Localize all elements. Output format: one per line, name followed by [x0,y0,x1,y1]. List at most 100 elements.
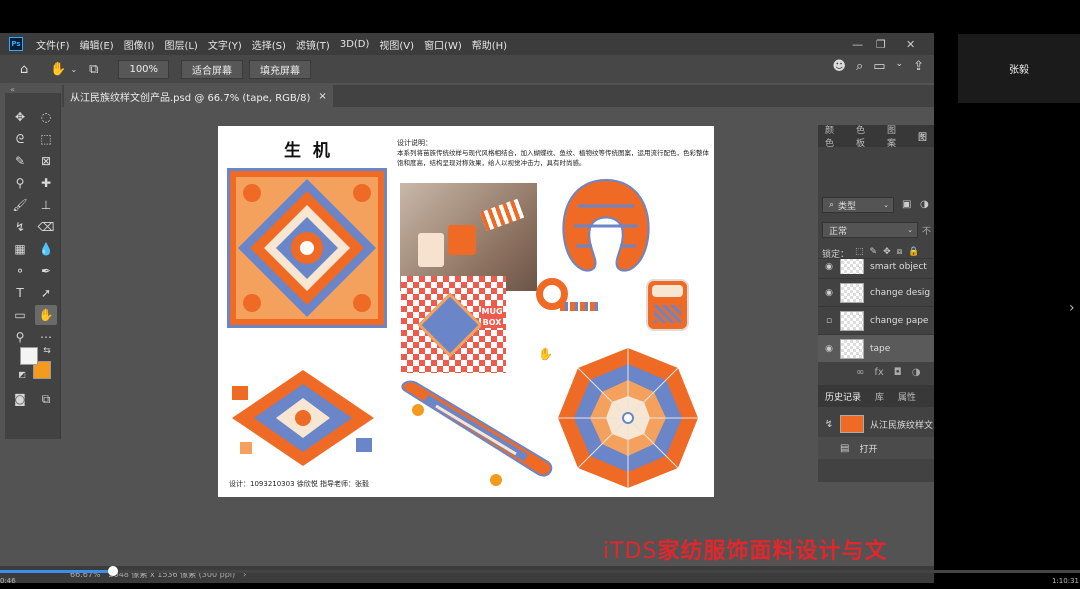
user-icon[interactable]: ☻ [832,59,846,74]
eraser-tool-icon[interactable]: ⌫ [35,217,57,237]
hand-cursor-icon: ✋ [538,347,553,361]
layer-actions-bar: ∞ fx ◘ ◑ [856,367,920,378]
swap-colors-icon[interactable]: ⇆ [41,345,53,357]
menu-select[interactable]: 选择(S) [247,37,291,52]
default-colors-icon[interactable]: ◩ [17,369,27,379]
chevron-right-icon[interactable]: › [1069,300,1075,316]
eyedropper-tool-icon[interactable]: ⚲ [9,173,31,193]
zoom-100-button[interactable]: 100% [118,59,170,79]
filter-pixel-icon[interactable]: ▣ [902,199,911,210]
dodge-tool-icon[interactable]: ⚬ [9,261,31,281]
layer-row-tape[interactable]: ◉ tape [818,334,934,362]
share-icon[interactable]: ⇪ [913,59,924,74]
scroll-all-windows-icon[interactable]: ⧉ [89,62,98,77]
fill-screen-button[interactable]: 填充屏幕 [249,59,312,79]
layer-name: smart object [870,261,927,272]
fx-icon[interactable]: fx [874,367,883,378]
canvas-document[interactable]: 生 机 设计说明： 本系列将苗族传统纹样与现代风格相结合，加入蝴蝶纹、鱼纹、植物… [218,126,714,497]
layer-filter-select[interactable]: ⌕ 类型 ⌄ [822,197,894,213]
menu-file[interactable]: 文件(F) [31,37,75,52]
menu-3d[interactable]: 3D(D) [335,39,375,50]
tool-preset-chevron-icon[interactable]: ⌄ [70,65,77,74]
add-mask-icon[interactable]: ◘ [894,367,902,378]
menu-view[interactable]: 视图(V) [374,37,419,52]
history-panel-tabs: 历史记录 库 属性 [818,385,934,407]
visibility-eye-icon[interactable]: ◉ [818,288,840,298]
gradient-tool-icon[interactable]: ▦ [9,239,31,259]
tab-patterns[interactable]: 图案 [880,123,911,149]
visibility-eye-icon[interactable]: ◉ [818,262,840,272]
search-icon: ⌕ [829,200,835,210]
status-bar: 66.67% 2048 像素 x 1536 像素 (300 ppi) › [0,566,934,583]
blur-tool-icon[interactable]: 💧 [35,239,57,259]
document-tab[interactable]: 从江民族纹样文创产品.psd @ 66.7% (tape, RGB/8) × [64,85,333,107]
minimize-icon[interactable]: — [852,33,863,55]
object-select-tool-icon[interactable]: ⬚ [35,129,57,149]
tab-color[interactable]: 颜色 [818,123,849,149]
right-panels: 颜色 色板 图案 图 ⌕ 类型 ⌄ ▣ ◑ 正常 ⌄ 不 锁定： ⬚ ✎ ✥ ⧈… [818,125,934,482]
brush-tool-icon[interactable]: 🖌 [9,195,31,215]
more-tools-icon[interactable]: ⋯ [35,327,57,347]
close-tab-icon[interactable]: × [318,91,326,102]
search-icon[interactable]: ⌕ [856,59,863,74]
visibility-eye-icon[interactable]: ◉ [818,344,840,354]
watermark-text: 家纺服饰面料设计与文 [657,539,888,564]
menu-filter[interactable]: 滤镜(T) [291,37,335,52]
menu-type[interactable]: 文字(Y) [203,37,247,52]
layer-row-smart-object[interactable]: ◉ smart object [818,258,934,274]
menu-layer[interactable]: 图层(L) [159,37,202,52]
close-icon[interactable]: ✕ [906,33,915,55]
adjustment-layer-icon[interactable]: ◑ [912,367,921,378]
foreground-color-swatch[interactable] [20,347,38,365]
menu-image[interactable]: 图像(I) [119,37,160,52]
workspace-icon[interactable]: ▭ [873,59,885,74]
layer-row-change-paper[interactable]: ▫ change pape [818,306,934,334]
history-snapshot-row[interactable]: ↯ 从江民族纹样文 [818,413,934,435]
hand-tool-active-icon[interactable]: ✋ [35,305,57,325]
screen-mode-icon[interactable]: ⧉ [35,389,57,409]
tab-history[interactable]: 历史记录 [818,390,868,403]
earbuds-case-image [646,279,689,331]
tools-panel: ✥ ◌ ᘓ ⬚ ✎ ⊠ ⚲ ✚ 🖌 ⊥ ↯ ⌫ ▦ 💧 ⚬ ✒ T ➚ ▭ ✋ … [5,93,61,439]
history-brush-source-icon: ↯ [824,418,834,430]
chevron-down-icon[interactable]: ⌄ [896,59,904,74]
video-progress-bar[interactable] [0,566,1080,576]
hand-tool-icon[interactable]: ✋ [50,62,66,77]
visibility-off-icon[interactable]: ▫ [818,316,840,326]
restore-icon[interactable]: ❐ [876,33,886,55]
stamp-tool-icon[interactable]: ⊥ [35,195,57,215]
scarf-pattern-image [227,168,387,328]
type-tool-icon[interactable]: T [9,283,31,303]
home-icon[interactable]: ⌂ [20,62,28,77]
move-tool-icon[interactable]: ✥ [9,107,31,127]
fit-screen-button[interactable]: 适合屏幕 [181,59,244,79]
artwork-description: 本系列将苗族传统纹样与现代风格相结合，加入蝴蝶纹、鱼纹、植物纹等传统图案，运用流… [397,149,709,167]
tab-properties[interactable]: 属性 [891,390,923,403]
chevron-down-icon: ⌄ [883,201,889,209]
rectangle-tool-icon[interactable]: ▭ [9,305,31,325]
quick-mask-icon[interactable]: ◙ [9,389,31,409]
menu-help[interactable]: 帮助(H) [467,37,512,52]
tab-layers[interactable]: 图 [911,130,934,143]
layer-name: change pape [870,315,929,326]
menu-window[interactable]: 窗口(W) [419,37,467,52]
pen-tool-icon[interactable]: ✒ [35,261,57,281]
tab-libraries[interactable]: 库 [868,390,891,403]
snapshot-thumbnail [840,415,864,433]
tab-swatches[interactable]: 色板 [849,123,880,149]
lasso-tool-icon[interactable]: ᘓ [9,129,31,149]
history-step-row[interactable]: ▤ 打开 [818,437,934,459]
layer-row-change-design[interactable]: ◉ change desig [818,278,934,306]
zoom-tool-icon[interactable]: ⚲ [9,327,31,347]
layer-thumbnail [840,310,864,331]
blend-mode-select[interactable]: 正常 ⌄ [822,222,918,238]
link-layers-icon[interactable]: ∞ [856,367,864,378]
menu-edit[interactable]: 编辑(E) [75,37,119,52]
healing-brush-tool-icon[interactable]: ✚ [35,173,57,193]
quick-select-tool-icon[interactable]: ✎ [9,151,31,171]
path-select-tool-icon[interactable]: ➚ [35,283,57,303]
filter-adjust-icon[interactable]: ◑ [920,199,929,210]
marquee-tool-icon[interactable]: ◌ [35,107,57,127]
history-brush-tool-icon[interactable]: ↯ [9,217,31,237]
frame-tool-icon[interactable]: ⊠ [35,151,57,171]
